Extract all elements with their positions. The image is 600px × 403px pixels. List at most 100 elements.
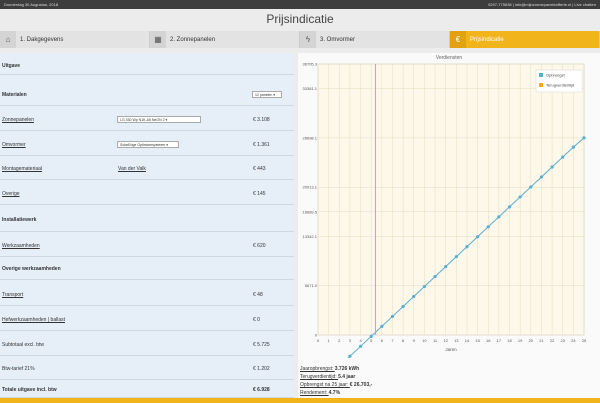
data-point xyxy=(529,185,533,189)
x-tick-label: 7 xyxy=(391,338,394,343)
summary-value: 5.4 jaar xyxy=(338,374,356,380)
x-tick-label: 0 xyxy=(317,338,320,343)
cost-row-label: Overige werkzaamheden xyxy=(2,266,61,272)
euro-icon: € xyxy=(450,31,466,48)
step-tab-2[interactable]: ▦ 2. Zonnepanelen xyxy=(150,31,300,48)
step-tab-3[interactable]: ϟ 3. Omvormer xyxy=(300,31,450,48)
cost-row: Subtotaal excl. btw € 5.725 xyxy=(0,333,294,356)
cost-row: Overige € 145 xyxy=(0,182,294,205)
x-tick-label: 5 xyxy=(370,338,373,343)
cost-row: Omvormer SolarEdge Optimizersysteem ▾ € 1.… xyxy=(0,133,294,156)
y-tick-label: 0 xyxy=(315,333,318,338)
data-point xyxy=(550,165,554,169)
cost-row-price: € 1.202 xyxy=(253,366,270,372)
cost-row-label[interactable]: Hefwerkzaamheden | ballast xyxy=(2,317,65,323)
earnings-panel: Verdiensten 0 1 2 3 4 5 6 7 8 9 10 11 12 13 14 15 16 17 18… xyxy=(298,53,600,398)
data-point xyxy=(582,136,586,140)
x-tick-label: 6 xyxy=(381,338,384,343)
summary-label: Opbrengst na 25 jaar: xyxy=(300,382,350,388)
summary-label: Terugverdientijd: xyxy=(300,374,339,380)
cost-row: Hefwerkzaamheden | ballast € 0 xyxy=(0,308,294,331)
summary-line: Rendement: 4.7% xyxy=(300,390,340,396)
x-tick-label: 8 xyxy=(402,338,405,343)
home-icon: ⌂ xyxy=(0,31,16,48)
cost-row-label[interactable]: Zonnepanelen xyxy=(2,117,34,123)
option-select[interactable]: LG 330 Wp N1K-A5 NeON 2 ▾ xyxy=(117,116,201,123)
cost-row-price: € 145 xyxy=(253,191,266,197)
x-tick-label: 25 xyxy=(582,338,587,343)
cost-row-label: Installatiewerk xyxy=(2,217,37,223)
x-tick-label: 24 xyxy=(571,338,576,343)
data-point xyxy=(476,235,480,239)
cost-row-label[interactable]: Werkzaamheden xyxy=(2,243,40,249)
cost-row: Totale uitgave incl. btw € 6.928 xyxy=(0,382,294,398)
bottom-accent-bar xyxy=(0,398,600,403)
summary-line: Terugverdientijd: 5.4 jaar xyxy=(300,374,355,380)
cost-row-price: € 3.108 xyxy=(253,117,270,123)
x-tick-label: 21 xyxy=(539,338,544,343)
data-point xyxy=(539,175,544,179)
data-point xyxy=(358,344,363,348)
cost-row-label[interactable]: Overige xyxy=(2,191,20,197)
step-tab-4[interactable]: € Prijsindicatie xyxy=(450,31,600,48)
x-tick-label: 23 xyxy=(560,338,565,343)
x-tick-label: 1 xyxy=(328,338,331,343)
cost-row-label[interactable]: Transport xyxy=(2,292,23,298)
summary-value: 3.726 kWh xyxy=(334,366,360,372)
data-point xyxy=(465,245,469,249)
y-tick-label: 33361.1 xyxy=(303,86,318,91)
cost-row: Btw-tarief 21% € 1.202 xyxy=(0,358,294,380)
cost-row-label[interactable]: Omvormer xyxy=(2,142,26,148)
panel-icon: ▦ xyxy=(150,31,166,48)
x-tick-label: 3 xyxy=(349,338,352,343)
summary-label: Jaaropbrengst: xyxy=(300,366,335,372)
cost-row: Overige werkzaamheden xyxy=(0,258,294,280)
plot-area xyxy=(317,63,585,336)
legend-swatch xyxy=(539,73,543,77)
cost-row: Montagemateriaal Van der Valk € 443 xyxy=(0,157,294,180)
x-tick-label: 15 xyxy=(475,338,480,343)
x-axis-label: Jaren xyxy=(445,347,457,352)
x-tick-label: 13 xyxy=(454,338,459,343)
x-tick-label: 19 xyxy=(518,338,523,343)
bolt-icon: ϟ xyxy=(300,31,316,48)
cost-row-label: Totale uitgave incl. btw xyxy=(2,387,57,393)
cost-row: Uitgave xyxy=(0,57,294,75)
x-tick-label: 20 xyxy=(529,338,534,343)
cost-row: Werkzaamheden € 620 xyxy=(0,234,294,257)
data-point xyxy=(571,145,575,149)
x-tick-label: 14 xyxy=(465,338,470,343)
option-select[interactable]: SolarEdge Optimizersysteem ▾ xyxy=(117,141,179,148)
supplier-link[interactable]: Van der Valk xyxy=(118,166,146,172)
data-point xyxy=(497,215,501,219)
x-tick-label: 16 xyxy=(486,338,491,343)
summary-line: Jaaropbrengst: 3.726 kWh xyxy=(300,366,359,372)
cost-row-label: Subtotaal excl. btw xyxy=(2,342,44,348)
data-point xyxy=(454,255,458,259)
contact-info[interactable]: 0297-775638 | info@mijnzonnepaneleoffert… xyxy=(488,0,596,9)
data-point xyxy=(444,265,448,269)
cost-row-price: € 443 xyxy=(253,166,266,172)
data-point xyxy=(422,284,426,289)
cost-row-price: € 6.928 xyxy=(253,387,270,393)
step-label: 3. Omvormer xyxy=(320,36,356,43)
cost-table: Uitgave Materialen 12 panelen ▾ Zonnepanele… xyxy=(0,53,294,398)
cost-row: Zonnepanelen LG 330 Wp N1K-A5 NeON 2 ▾ € 3… xyxy=(0,108,294,131)
x-tick-label: 18 xyxy=(507,338,512,343)
legend-label: Terugverdientijd xyxy=(546,83,574,88)
cost-row: Transport € 48 xyxy=(0,283,294,306)
option-select[interactable]: 12 panelen ▾ xyxy=(252,91,282,98)
cost-row-label[interactable]: Montagemateriaal xyxy=(2,166,42,172)
cost-row-price: € 48 xyxy=(253,292,263,298)
summary-label: Rendement: xyxy=(300,390,329,396)
step-tab-1[interactable]: ⌂ 1. Dakgegevens xyxy=(0,31,150,48)
cost-row-label: Btw-tarief 21% xyxy=(2,366,35,372)
cost-row-label: Uitgave xyxy=(2,63,21,69)
page-title: Prijsindicatie xyxy=(266,12,334,26)
legend-label: Opbrengst xyxy=(546,73,566,78)
x-tick-label: 12 xyxy=(443,338,448,343)
data-point xyxy=(401,304,405,309)
y-tick-label: 16689.5 xyxy=(303,209,318,214)
cost-row-price: € 620 xyxy=(253,243,266,249)
summary-value: 4.7% xyxy=(328,390,341,396)
